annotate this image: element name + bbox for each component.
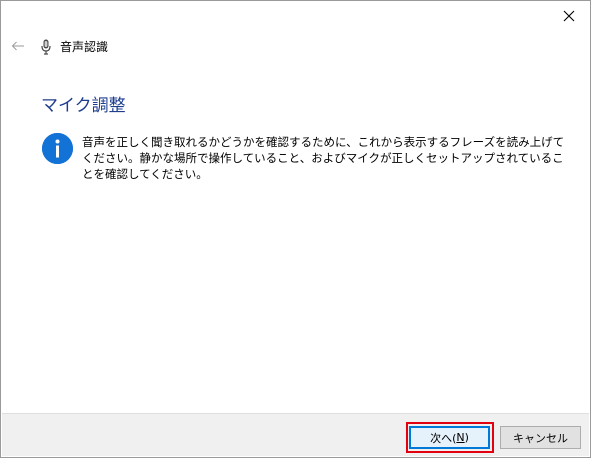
button-bar: 次へ(N) キャンセル — [2, 413, 589, 456]
speech-recognition-wizard-window: 音声認識 マイク調整 音声を正しく聞き取れるかどうかを確認するために、これから表… — [0, 0, 591, 458]
back-arrow-icon — [11, 41, 24, 51]
next-button[interactable]: 次へ(N) — [409, 426, 490, 449]
close-button[interactable] — [550, 1, 588, 31]
back-button[interactable] — [9, 37, 27, 55]
next-label-accelerator: N — [456, 431, 465, 444]
microphone-icon — [41, 39, 51, 55]
page-title: マイク調整 — [41, 96, 126, 116]
next-label-suffix: ) — [464, 431, 469, 444]
cancel-button[interactable]: キャンセル — [500, 426, 581, 449]
app-title: 音声認識 — [60, 40, 109, 54]
info-icon — [42, 133, 73, 164]
next-label-prefix: 次へ( — [430, 431, 457, 445]
close-icon — [563, 10, 575, 22]
info-message: 音声を正しく聞き取れるかどうかを確認するために、これから表示するフレーズを読み上… — [82, 135, 565, 181]
